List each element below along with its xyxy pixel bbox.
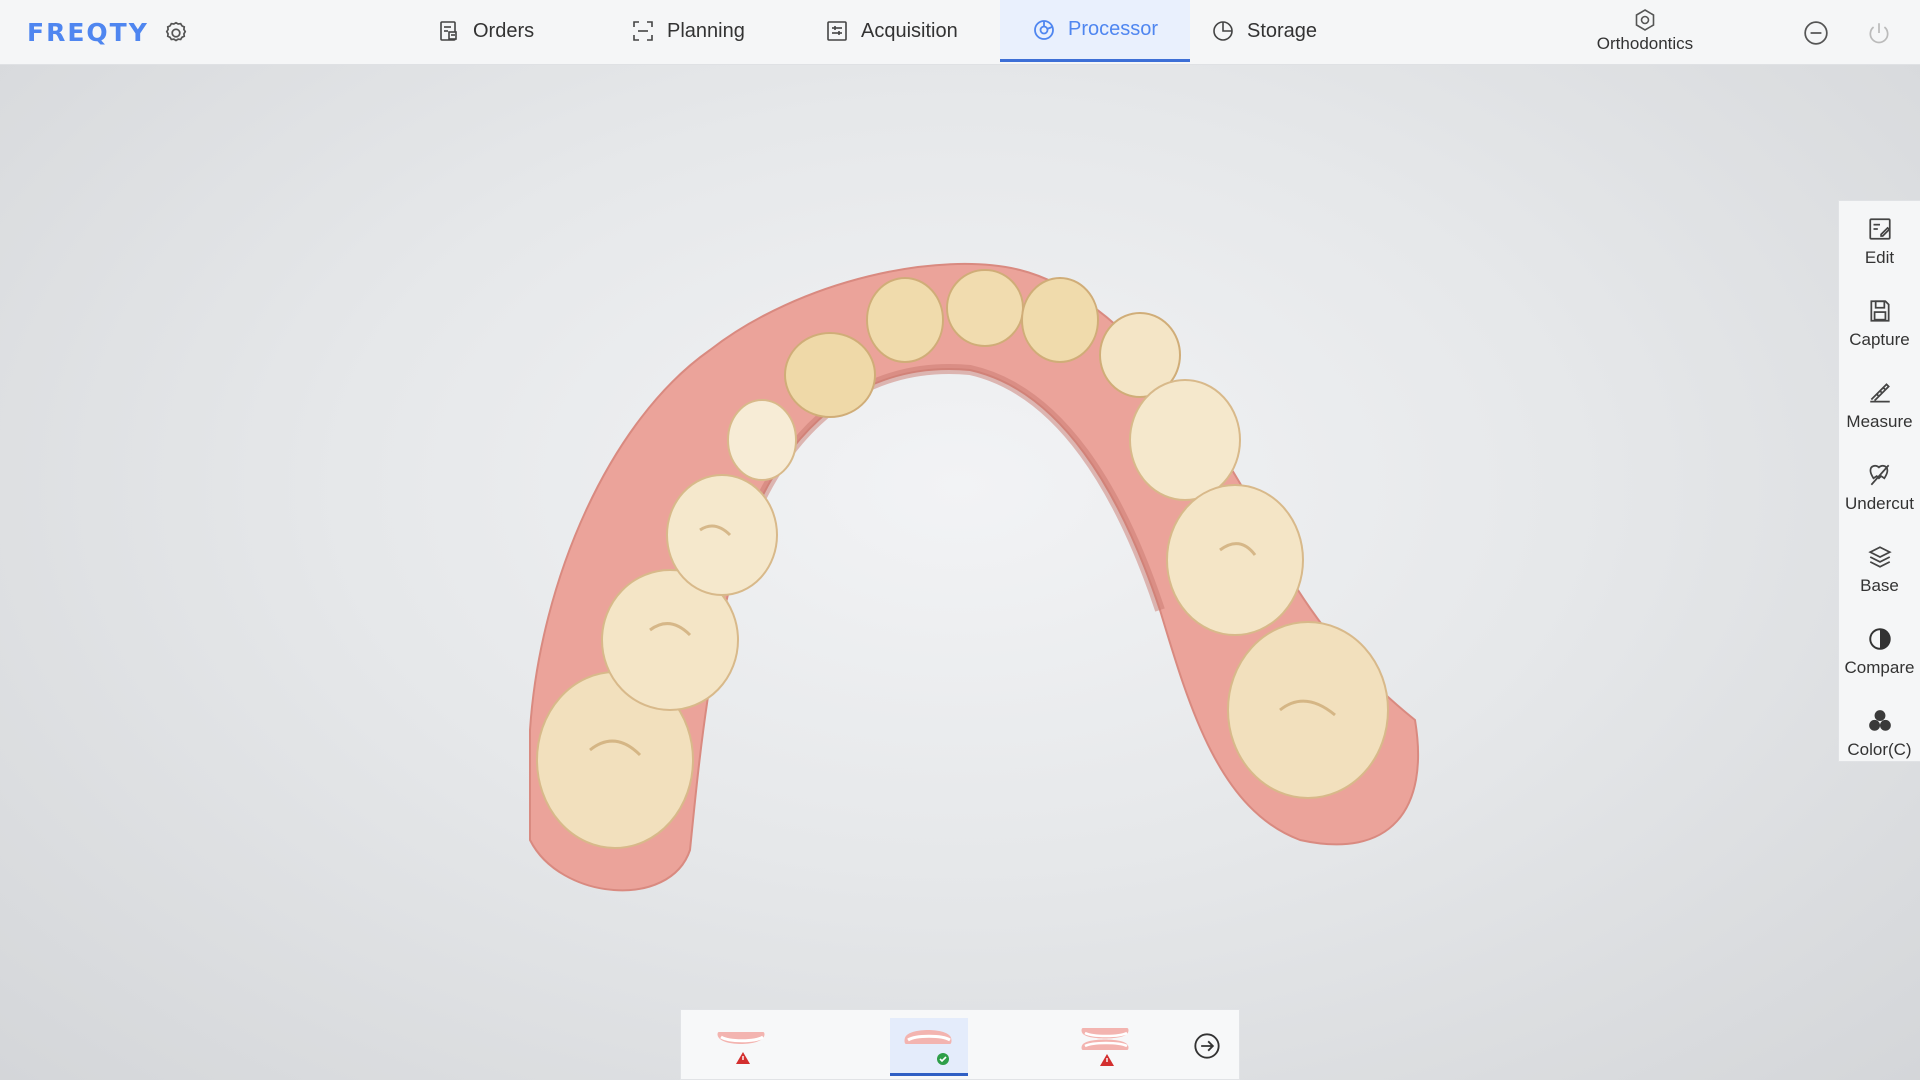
- half-circle-icon: [1868, 628, 1891, 650]
- minimize-icon[interactable]: [1803, 20, 1829, 46]
- hexagon-gear-icon: [1635, 9, 1655, 31]
- tab-planning-label: Planning: [667, 19, 745, 42]
- scan-selector-bar: [680, 1009, 1240, 1080]
- layers-icon: [1867, 546, 1892, 568]
- undercut-icon: [1869, 464, 1889, 486]
- tool-compare[interactable]: Compare: [1839, 611, 1920, 693]
- acquisition-icon: [827, 21, 847, 41]
- lower-jaw-model: [529, 262, 1420, 892]
- tab-orders[interactable]: Orders: [437, 0, 534, 62]
- scan-upper-jaw[interactable]: [703, 1018, 781, 1076]
- tool-measure[interactable]: Measure: [1839, 365, 1920, 447]
- scan-bite[interactable]: [1067, 1018, 1145, 1076]
- tool-undercut-label: Undercut: [1845, 494, 1914, 513]
- tool-panel: Edit Capture Measure Undercut Base Compa…: [1838, 200, 1920, 762]
- tool-edit-label: Edit: [1864, 248, 1895, 267]
- color-dots-icon: [1868, 710, 1891, 731]
- tab-storage-label: Storage: [1247, 19, 1318, 42]
- settings-gear-icon[interactable]: [163, 20, 189, 46]
- module-selector[interactable]: Orthodontics: [1560, 8, 1730, 54]
- next-arrow-icon[interactable]: [1193, 1032, 1221, 1060]
- app-logo: FREQTY: [27, 18, 149, 47]
- tab-processor-label: Processor: [1067, 18, 1159, 40]
- tool-base-label: Base: [1860, 576, 1899, 595]
- top-bar: FREQTY Orders Planning Acquisition Proce…: [0, 0, 1920, 65]
- scan-3d-view[interactable]: [500, 250, 1460, 910]
- module-label: Orthodontics: [1596, 34, 1694, 53]
- tool-capture[interactable]: Capture: [1839, 283, 1920, 365]
- scan-lower-jaw[interactable]: [890, 1018, 968, 1076]
- tool-base[interactable]: Base: [1839, 529, 1920, 611]
- bite-icon: [1081, 1028, 1129, 1066]
- tool-measure-label: Measure: [1846, 412, 1913, 431]
- tool-color[interactable]: Color(C): [1839, 693, 1920, 775]
- tab-acquisition-label: Acquisition: [861, 19, 958, 42]
- save-icon: [1869, 300, 1890, 322]
- ruler-icon: [1869, 383, 1890, 403]
- tab-orders-label: Orders: [473, 19, 535, 42]
- tool-undercut[interactable]: Undercut: [1839, 447, 1920, 529]
- orders-icon: [440, 21, 457, 41]
- storage-icon: [1213, 21, 1233, 41]
- tool-compare-label: Compare: [1844, 658, 1915, 677]
- tab-planning[interactable]: Planning: [631, 0, 745, 62]
- tab-processor[interactable]: Processor: [1000, 0, 1190, 62]
- tab-storage[interactable]: Storage: [1211, 0, 1317, 62]
- tool-color-label: Color(C): [1847, 740, 1912, 759]
- processor-icon: [1034, 19, 1054, 40]
- planning-icon: [633, 21, 653, 41]
- tool-edit[interactable]: Edit: [1839, 201, 1920, 283]
- tab-acquisition[interactable]: Acquisition: [825, 0, 958, 62]
- power-icon[interactable]: [1866, 20, 1892, 46]
- lower-jaw-icon: [904, 1030, 952, 1065]
- upper-jaw-icon: [717, 1032, 765, 1064]
- edit-icon: [1868, 218, 1891, 240]
- tool-capture-label: Capture: [1849, 330, 1910, 349]
